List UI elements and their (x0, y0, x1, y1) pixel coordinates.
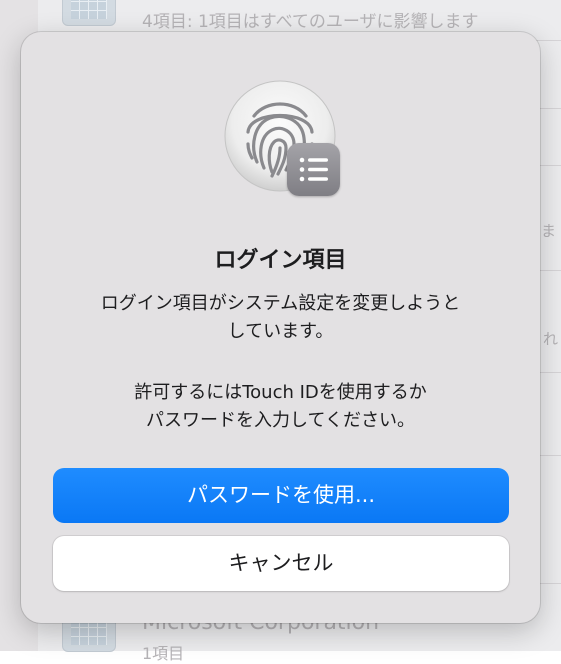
dialog-icon (224, 80, 340, 196)
dialog-prompt: 許可するにはTouch IDを使用するか パスワードを入力してください。 (51, 379, 510, 435)
dialog-message-line: しています。 (227, 321, 334, 342)
dialog-title: ログイン項目 (214, 248, 347, 273)
dialog-message: ログイン項目がシステム設定を変更しようと しています。 (51, 290, 510, 346)
background-list-subtitle: 1項目 (142, 644, 185, 663)
list-icon (287, 143, 340, 196)
background-list-subtitle: 4項目: 1項目はすべてのユーザに影響します (142, 12, 479, 32)
use-password-button[interactable]: パスワードを使用... (53, 468, 509, 523)
dialog-prompt-line: 許可するにはTouch IDを使用するか (134, 382, 427, 403)
dialog-message-line: ログイン項目がシステム設定を変更しようと (100, 293, 461, 314)
dialog-prompt-line: パスワードを入力してください。 (146, 410, 415, 431)
cancel-button[interactable]: キャンセル (53, 536, 509, 591)
auth-dialog: ログイン項目 ログイン項目がシステム設定を変更しようと しています。 許可するに… (21, 32, 540, 623)
background-clipped-text: ま (541, 222, 557, 240)
background-app-icon (62, 0, 116, 26)
background-clipped-text: れ (543, 330, 559, 348)
